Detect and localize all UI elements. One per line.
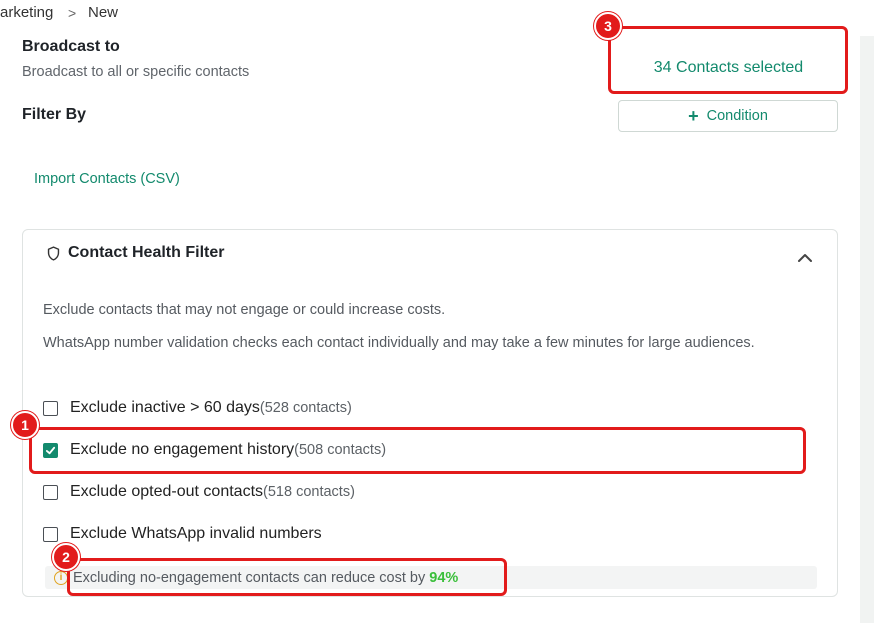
shield-icon — [47, 245, 60, 261]
card-description: Exclude contacts that may not engage or … — [43, 302, 446, 318]
option-exclude-no-engagement[interactable]: Exclude no engagement history (508 conta… — [43, 441, 386, 459]
card-header[interactable]: Contact Health Filter — [45, 244, 224, 262]
option-label: Exclude WhatsApp invalid numbers — [70, 525, 322, 542]
annotation-badge-3: 3 — [594, 12, 622, 40]
option-count: (508 contacts) — [294, 442, 387, 458]
contact-health-filter-card: Contact Health Filter Exclude contacts t… — [22, 229, 838, 597]
breadcrumb-current: New — [88, 4, 119, 21]
option-label: Exclude opted-out contacts — [70, 483, 264, 500]
checkbox-no-engagement[interactable] — [43, 442, 58, 458]
import-contacts-link[interactable]: Import Contacts (CSV) — [34, 171, 180, 187]
chevron-right-icon: > — [68, 5, 77, 21]
option-count: (528 contacts) — [259, 400, 352, 416]
chevron-up-icon[interactable] — [797, 252, 813, 264]
checkbox-opted-out[interactable] — [43, 484, 58, 500]
option-count: (518 contacts) — [263, 484, 355, 500]
validation-note: WhatsApp number validation checks each c… — [43, 335, 755, 351]
savings-percent: 94% — [429, 569, 459, 586]
info-icon: i — [54, 570, 68, 585]
filter-by-label: Filter By — [22, 106, 87, 123]
plus-icon: + — [688, 106, 699, 126]
broadcast-title: Broadcast to — [22, 38, 120, 55]
right-strip — [860, 36, 874, 623]
add-condition-label: Condition — [706, 108, 768, 124]
annotation-badge-1: 1 — [11, 411, 39, 439]
checkmark-icon — [45, 446, 56, 454]
annotation-badge-2: 2 — [52, 543, 80, 571]
option-exclude-whatsapp-invalid[interactable]: Exclude WhatsApp invalid numbers — [43, 525, 322, 543]
hint-text: Excluding no-engagement contacts can red… — [73, 569, 426, 586]
contacts-selected-count[interactable]: 34 Contacts selected — [610, 28, 847, 93]
checkbox-whatsapp-invalid[interactable] — [43, 526, 58, 542]
checkbox-inactive[interactable] — [43, 400, 58, 416]
option-exclude-inactive[interactable]: Exclude inactive > 60 days (528 contacts… — [43, 399, 352, 417]
add-condition-button[interactable]: + Condition — [618, 100, 838, 132]
option-label: Exclude inactive > 60 days — [70, 399, 260, 416]
card-title: Contact Health Filter — [68, 244, 225, 261]
contacts-selected-label: 34 Contacts selected — [653, 58, 804, 76]
option-label: Exclude no engagement history — [70, 441, 295, 458]
broadcast-subtitle: Broadcast to all or specific contacts — [22, 64, 250, 80]
cost-savings-hint: i Excluding no-engagement contacts can r… — [45, 566, 817, 589]
breadcrumb-parent[interactable]: arketing — [0, 4, 53, 21]
option-exclude-opted-out[interactable]: Exclude opted-out contacts (518 contacts… — [43, 483, 355, 501]
